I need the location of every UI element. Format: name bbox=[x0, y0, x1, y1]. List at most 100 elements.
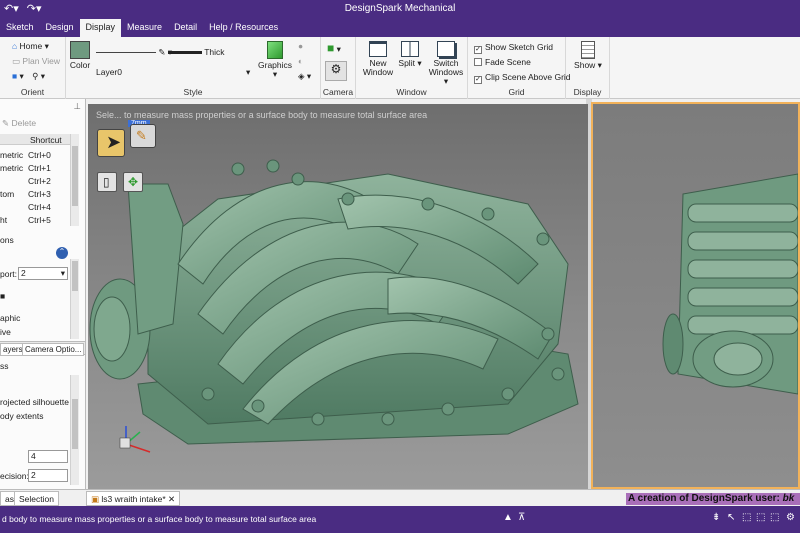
scrollbar-thumb[interactable] bbox=[72, 399, 78, 449]
scrollbar-thumb[interactable] bbox=[72, 146, 78, 206]
layer-dropdown-arrow[interactable]: ▾ bbox=[246, 67, 250, 78]
secondary-viewport[interactable] bbox=[591, 102, 800, 489]
properties-scrollbar[interactable] bbox=[70, 375, 79, 485]
sphere-icon[interactable]: ● bbox=[298, 41, 303, 51]
render-mode-icon[interactable]: ◈ ▾ bbox=[298, 71, 311, 82]
display-group-label: Display bbox=[573, 87, 602, 97]
checkbox-checked-icon: ✓ bbox=[474, 76, 482, 84]
tab-measure[interactable]: Measure bbox=[121, 19, 168, 37]
precision-field[interactable]: 2 bbox=[28, 469, 68, 482]
plan-view-button[interactable]: ▭ Plan View bbox=[12, 56, 60, 67]
graphics-cube-icon bbox=[267, 41, 283, 59]
triangle-up-icon[interactable]: ▲ bbox=[503, 512, 513, 523]
views-scrollbar[interactable] bbox=[70, 134, 79, 226]
switch-windows-button[interactable]: Switch Windows ▾ bbox=[426, 41, 466, 86]
clip-scene-checkbox[interactable]: ✓ Clip Scene Above Grid bbox=[474, 72, 571, 84]
collapse-icon[interactable]: ⊼ bbox=[518, 512, 525, 523]
zoom-icon[interactable]: ⚲ ▾ bbox=[32, 71, 45, 81]
measure-tool-button[interactable]: ✎ bbox=[130, 124, 156, 148]
view-row-shortcut: Ctrl+4 bbox=[28, 202, 51, 212]
intake-manifold-model bbox=[89, 159, 579, 453]
gear-icon: ⚙ bbox=[330, 62, 342, 76]
select-tool-button[interactable]: ➤ bbox=[97, 129, 125, 157]
split-button[interactable]: Split ▾ bbox=[396, 41, 424, 68]
status-bar: d body to measure mass properties or a s… bbox=[0, 506, 800, 533]
view-row-shortcut: Ctrl+1 bbox=[28, 163, 51, 173]
tab-detail[interactable]: Detail bbox=[168, 19, 203, 37]
ribbon: ⌂ Home ▾ ▭ Plan View ■ ▾ ⚲ ▾ Orient Colo… bbox=[0, 37, 800, 99]
box-select-button[interactable]: ▯ bbox=[97, 172, 117, 192]
tab-help-resources[interactable]: Help / Resources bbox=[203, 19, 284, 37]
view-row-shortcut: Ctrl+0 bbox=[28, 150, 51, 160]
port-label: port: bbox=[0, 269, 18, 279]
show-sketch-grid-checkbox[interactable]: ✓ Show Sketch Grid bbox=[474, 42, 553, 54]
tab-selection[interactable]: Selection bbox=[14, 491, 59, 506]
view-row-name[interactable]: metric bbox=[0, 163, 23, 173]
style-group-label: Style bbox=[183, 87, 203, 97]
tab-design[interactable]: Design bbox=[40, 19, 80, 37]
view-row-shortcut: Ctrl+2 bbox=[28, 176, 51, 186]
select-filter-icon[interactable]: ⇟ bbox=[712, 512, 720, 523]
document-icon: ▣ bbox=[91, 494, 100, 504]
left-panel: ✎ Delete ⊥ Shortcut metric Ctrl+0 metric… bbox=[0, 99, 86, 489]
main-viewport[interactable]: Sele... to measure mass properties or a … bbox=[88, 104, 588, 489]
port-select[interactable]: 2 ▾ bbox=[18, 267, 68, 280]
document-tab[interactable]: ▣ ls3 wraith intake* ✕ bbox=[86, 491, 181, 506]
ribbon-tabs: Sketch Design Display Measure Detail Hel… bbox=[0, 19, 800, 37]
view-row-shortcut: Ctrl+5 bbox=[28, 215, 51, 225]
section-title: ss bbox=[0, 361, 9, 371]
line-weight-icon bbox=[168, 51, 202, 55]
view-row-name[interactable]: metric bbox=[0, 150, 23, 160]
delete-button[interactable]: ✎ Delete bbox=[2, 118, 36, 129]
show-button[interactable]: Show ▾ bbox=[572, 41, 604, 70]
layer-dropdown[interactable]: Layer0 bbox=[96, 67, 122, 77]
cube-icon: ■ bbox=[12, 71, 18, 81]
new-window-button[interactable]: New Window bbox=[360, 41, 396, 77]
cursor-icon[interactable]: ↖ bbox=[727, 512, 735, 523]
line-weight-dropdown[interactable]: Thick bbox=[168, 47, 225, 57]
view-cube-button[interactable]: ■ ▾ ⚲ ▾ bbox=[12, 71, 45, 82]
views-table-header: Shortcut bbox=[0, 134, 72, 145]
tab-display[interactable]: Display bbox=[79, 19, 122, 37]
scrollbar-thumb[interactable] bbox=[72, 261, 78, 291]
creation-banner: A creation of DesignSpark user: bk bbox=[626, 493, 800, 505]
transparency-icon[interactable]: ◐ bbox=[298, 56, 303, 66]
close-icon[interactable]: ✕ bbox=[168, 494, 175, 504]
fade-scene-checkbox[interactable]: Fade Scene bbox=[474, 57, 531, 67]
transform-icon: ✥ bbox=[128, 175, 139, 189]
chevron-down-icon: ▾ bbox=[60, 268, 65, 278]
view-row-shortcut: Ctrl+3 bbox=[28, 189, 51, 199]
projected-silhouette-option[interactable]: rojected silhouette bbox=[0, 397, 69, 407]
transform-button[interactable]: ✥ bbox=[123, 172, 143, 192]
panel-pin-icon[interactable]: ⊥ bbox=[74, 101, 81, 112]
home-button[interactable]: ⌂ Home ▾ bbox=[12, 41, 49, 52]
shortcut-header: Shortcut bbox=[30, 135, 62, 145]
intake-manifold-side-view bbox=[662, 173, 798, 395]
settings-icon[interactable]: ⚙ bbox=[786, 512, 795, 523]
view-row-name[interactable]: tom bbox=[0, 189, 14, 199]
body-extents-option[interactable]: ody extents bbox=[0, 411, 43, 421]
ruler-icon: ✎ bbox=[136, 128, 147, 143]
tab-camera-options[interactable]: Camera Optio... bbox=[22, 343, 85, 356]
lasso-select-icon[interactable]: ⬚ bbox=[756, 512, 765, 523]
orient-group-label: Orient bbox=[20, 87, 45, 97]
view-row-name[interactable]: ht bbox=[0, 215, 7, 225]
style-group: Color ✎ ▾ Thick Layer0 ▾ Graphics ▾ ● ◐ … bbox=[66, 37, 321, 99]
camera-cube-button[interactable]: ■ ▾ bbox=[327, 41, 341, 55]
document-tab-strip: ass Selection ▣ ls3 wraith intake* ✕ A c… bbox=[0, 489, 800, 506]
tab-sketch[interactable]: Sketch bbox=[0, 19, 40, 37]
color-button[interactable]: Color bbox=[68, 41, 92, 70]
line-style-dropdown[interactable]: ✎ ▾ bbox=[96, 47, 172, 58]
window-group: New Window Split ▾ Switch Windows ▾ Wind… bbox=[356, 37, 468, 99]
switch-windows-icon bbox=[437, 41, 455, 57]
collapse-section-icon[interactable]: ⌃ bbox=[56, 247, 68, 259]
camera-settings-button[interactable]: ⚙ bbox=[325, 61, 347, 81]
box-select-icon[interactable]: ⬚ bbox=[742, 512, 751, 523]
camera-group-label: Camera bbox=[322, 87, 354, 97]
axis-triad bbox=[119, 426, 151, 453]
graphics-button[interactable]: Graphics ▾ bbox=[258, 41, 292, 79]
color-swatch-icon bbox=[70, 41, 90, 59]
options-scrollbar[interactable] bbox=[70, 259, 79, 339]
value-field[interactable]: 4 bbox=[28, 450, 68, 463]
paint-select-icon[interactable]: ⬚ bbox=[770, 512, 779, 523]
